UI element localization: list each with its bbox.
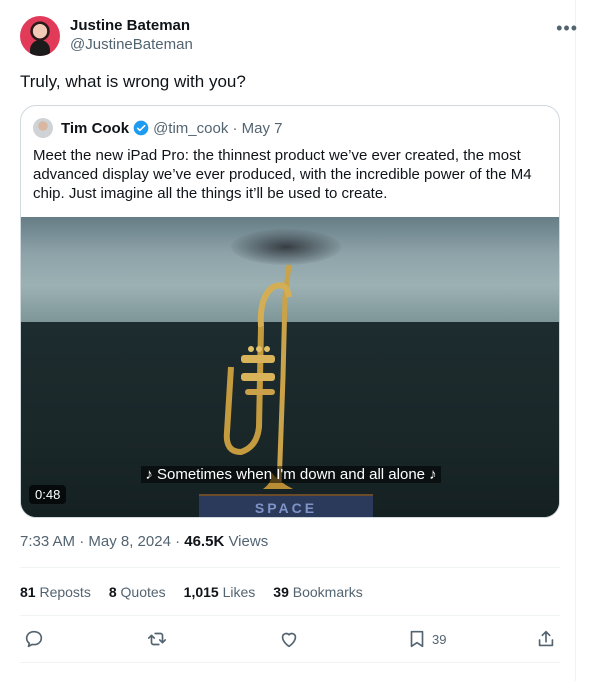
author-names: Justine Bateman @JustineBateman <box>70 16 193 54</box>
likes-count: 1,015 <box>183 584 219 600</box>
likes-stat[interactable]: 1,015 Likes <box>184 584 256 600</box>
repost-button[interactable] <box>146 628 168 650</box>
trumpet-image <box>223 264 293 489</box>
bookmarks-count: 39 <box>273 584 289 600</box>
author-avatar[interactable] <box>20 16 60 56</box>
video-scene-sign-text: SPACE <box>254 500 318 516</box>
like-button[interactable] <box>278 628 300 650</box>
author-handle[interactable]: @JustineBateman <box>70 35 193 54</box>
bookmarks-stat[interactable]: 39 Bookmarks <box>273 584 363 600</box>
quoted-tweet-text: Meet the new iPad Pro: the thinnest prod… <box>33 147 532 202</box>
video-caption-text: ♪ Sometimes when I'm down and all alone … <box>141 466 441 483</box>
tweet-stats: 81 Reposts 8 Quotes 1,015 Likes 39 Bookm… <box>20 584 381 600</box>
reposts-label: Reposts <box>35 584 91 600</box>
bookmark-button[interactable]: 39 <box>406 628 446 650</box>
divider <box>20 662 560 663</box>
more-horizontal-icon[interactable]: ••• <box>556 18 578 39</box>
tweet-meta: 7:33 AM · May 8, 2024 · 46.5K Views <box>20 533 268 550</box>
quoted-tweet-header: Tim Cook @tim_cook · May 7 <box>33 118 283 138</box>
divider <box>20 567 560 568</box>
reply-icon <box>25 630 43 648</box>
video-player[interactable]: SPACE ♪ Sometimes when I'm down and all … <box>21 217 559 517</box>
divider <box>20 615 560 616</box>
views-count: 46.5K <box>184 533 225 550</box>
reply-button[interactable] <box>23 628 45 650</box>
quoted-handle-date: @tim_cook · May 7 <box>153 119 283 137</box>
quotes-stat[interactable]: 8 Quotes <box>109 584 166 600</box>
bookmarks-label: Bookmarks <box>288 584 363 600</box>
tweet-author: Justine Bateman @JustineBateman <box>20 16 193 56</box>
video-caption: ♪ Sometimes when I'm down and all alone … <box>21 466 559 484</box>
reposts-stat[interactable]: 81 Reposts <box>20 584 91 600</box>
quoted-author-avatar[interactable] <box>33 118 53 138</box>
bookmark-icon <box>410 630 424 648</box>
share-icon <box>538 630 554 647</box>
quotes-count: 8 <box>108 584 117 600</box>
quoted-tweet[interactable]: Tim Cook @tim_cook · May 7 Meet the new … <box>20 105 560 518</box>
likes-label: Likes <box>218 584 256 600</box>
action-bar: 39 <box>20 628 560 654</box>
reposts-count: 81 <box>20 584 36 600</box>
repost-icon <box>147 632 167 646</box>
like-icon <box>281 632 297 648</box>
verified-badge-icon <box>133 120 149 136</box>
quoted-author-name[interactable]: Tim Cook <box>61 120 129 137</box>
share-button[interactable] <box>535 628 557 650</box>
tweet-timestamp[interactable]: 7:33 AM · May 8, 2024 · <box>20 533 184 550</box>
tweet-text: Truly, what is wrong with you? <box>20 72 246 91</box>
video-scene-sign: SPACE <box>199 494 373 517</box>
author-display-name[interactable]: Justine Bateman <box>70 16 193 35</box>
quotes-label: Quotes <box>116 584 166 600</box>
views-label: Views <box>224 533 269 550</box>
bookmark-count: 39 <box>432 631 447 647</box>
video-duration-badge: 0:48 <box>29 485 67 504</box>
